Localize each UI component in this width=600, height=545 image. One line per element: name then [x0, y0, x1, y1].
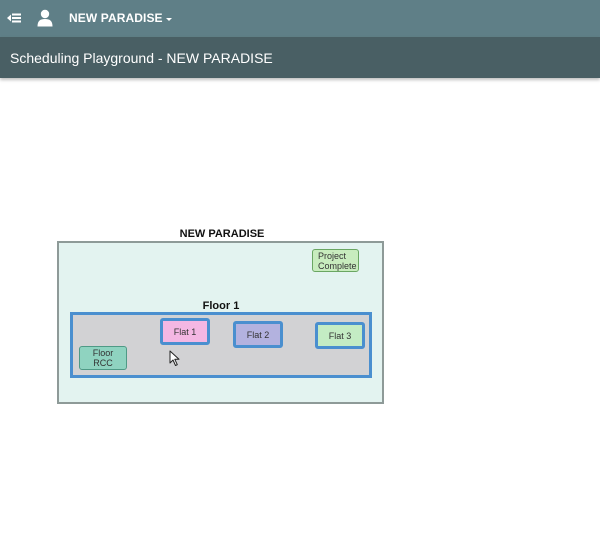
user-icon[interactable] — [37, 9, 53, 27]
flat-node-2[interactable]: Flat 2 — [233, 321, 283, 348]
project-dropdown[interactable]: NEW PARADISE — [69, 11, 172, 25]
caret-down-icon — [165, 17, 172, 21]
menu-collapse-icon[interactable] — [6, 10, 22, 26]
flat-node-3[interactable]: Flat 3 — [315, 322, 365, 349]
mouse-pointer-icon — [169, 350, 181, 367]
project-dropdown-label: NEW PARADISE — [69, 11, 163, 25]
page-title-bar: Scheduling Playground - NEW PARADISE — [0, 37, 600, 78]
app-top-bar: NEW PARADISE — [0, 0, 600, 37]
project-complete-node[interactable]: Project Complete — [312, 249, 359, 272]
project-group-label: NEW PARADISE — [179, 228, 265, 240]
floor-group-label: Floor 1 — [202, 300, 240, 312]
flat-node-1[interactable]: Flat 1 — [160, 318, 210, 345]
floor-rcc-node[interactable]: Floor RCC — [79, 346, 127, 370]
page-title: Scheduling Playground - NEW PARADISE — [10, 50, 273, 66]
